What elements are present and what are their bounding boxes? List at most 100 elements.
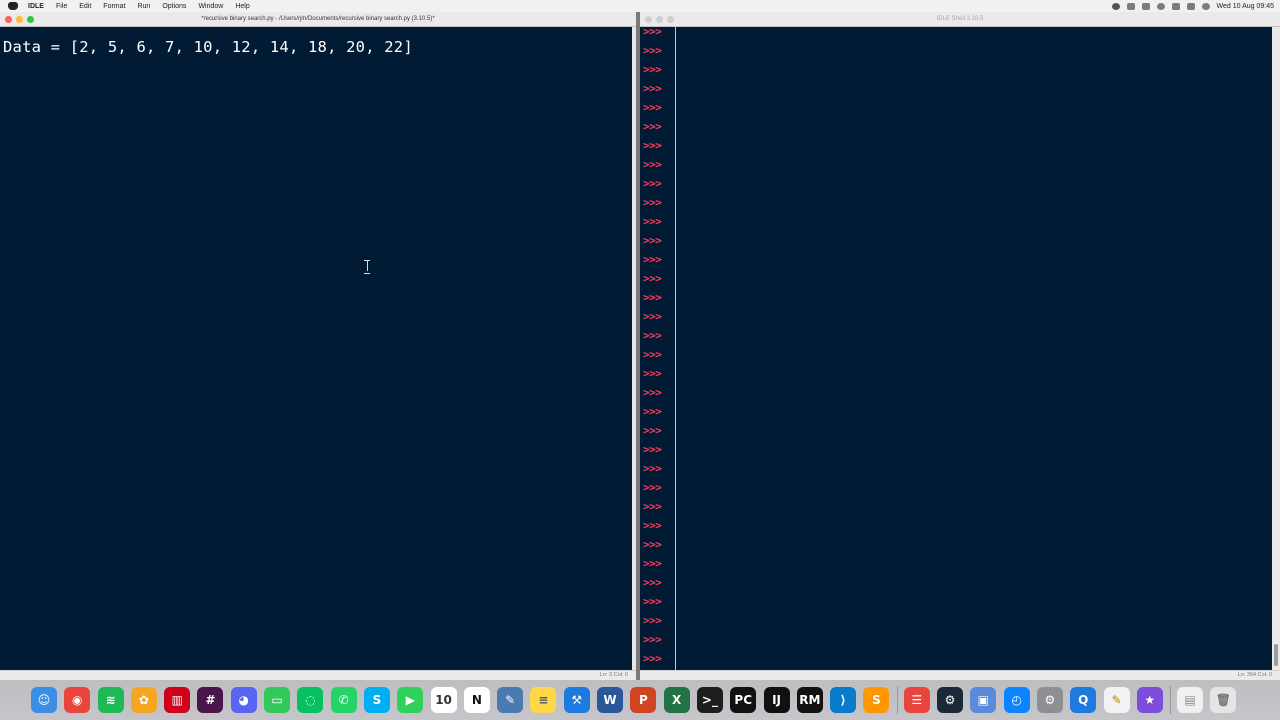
- apple-icon[interactable]: [8, 2, 18, 10]
- shell-prompt: >>>: [643, 557, 662, 570]
- shell-prompt: >>>: [643, 424, 662, 437]
- dock: ☺ ◉ ≋ ✿ ▥ # ◕ ▭ ◌ ✆ S ▶ 10 N ✎ ≡ ⚒ W P X >_ PC IJ RM ⟩ S ☰ ⚙ ▣ ◴ ⚙ Q ✎ ★ ▤…: [0, 680, 1280, 720]
- record-icon[interactable]: [1111, 2, 1120, 10]
- menu-run[interactable]: Run: [137, 3, 150, 10]
- notes-icon[interactable]: ≡: [530, 687, 557, 713]
- shell-prompt: >>>: [643, 500, 662, 513]
- shell-prompt: >>>: [643, 443, 662, 456]
- code-line[interactable]: Data = [2, 5, 6, 7, 10, 12, 14, 18, 20, …: [3, 38, 413, 56]
- activity-icon[interactable]: ◴: [1003, 687, 1030, 713]
- close-button[interactable]: [645, 16, 652, 23]
- shell-prompt: >>>: [643, 462, 662, 475]
- scrollbar-thumb[interactable]: [1274, 644, 1278, 666]
- menubar-clock[interactable]: Wed 10 Aug 09:45: [1217, 3, 1274, 10]
- menu-file[interactable]: File: [56, 3, 67, 10]
- vscode-icon[interactable]: ⟩: [830, 687, 857, 713]
- shell-output[interactable]: [677, 27, 1272, 670]
- imovie-icon[interactable]: ★: [1136, 687, 1163, 713]
- shell-window: IDLE Shell 3.10.5 >>> >>> >>> >>> >>> >>> >>> >…: [640, 12, 1280, 680]
- wechat-icon[interactable]: ◌: [297, 687, 324, 713]
- code-editor[interactable]: Data = [2, 5, 6, 7, 10, 12, 14, 18, 20, …: [0, 27, 632, 670]
- system-preferences-icon[interactable]: ⚙: [1036, 687, 1063, 713]
- control-center-icon[interactable]: [1201, 2, 1210, 10]
- menu-options[interactable]: Options: [162, 3, 186, 10]
- skype-icon[interactable]: S: [363, 687, 390, 713]
- xcode-icon[interactable]: ⚒: [563, 687, 590, 713]
- editor-cursor-position: Ln: 3 Col: 0: [599, 672, 628, 678]
- shell-prompt: >>>: [643, 27, 662, 38]
- steam-icon[interactable]: ⚙: [937, 687, 964, 713]
- calendar-icon[interactable]: 10: [430, 687, 457, 713]
- dock-separator: [1170, 686, 1172, 714]
- chrome-icon[interactable]: ◉: [64, 687, 91, 713]
- minimize-button[interactable]: [656, 16, 663, 23]
- cloud-icon[interactable]: [1126, 2, 1135, 10]
- spotify-icon[interactable]: ≋: [97, 687, 124, 713]
- shell-prompt: >>>: [643, 44, 662, 57]
- shell-prompt: >>>: [643, 595, 662, 608]
- menu-window[interactable]: Window: [198, 3, 223, 10]
- shell-prompt: >>>: [643, 120, 662, 133]
- pycharm-icon[interactable]: PC: [730, 687, 757, 713]
- text-cursor-icon: [364, 260, 370, 274]
- shell-prompt: >>>: [643, 63, 662, 76]
- zoom-button[interactable]: [27, 16, 34, 23]
- menu-idle[interactable]: IDLE: [28, 3, 44, 10]
- shell-prompt: >>>: [643, 177, 662, 190]
- shell-prompt: >>>: [643, 291, 662, 304]
- dock-separator: [896, 686, 898, 714]
- idle-icon[interactable]: ✎: [497, 687, 524, 713]
- editor-title: *recursive binary search.py - /Users/rjm…: [201, 16, 435, 22]
- shell-cursor-position: Ln: 354 Col: 0: [1237, 672, 1272, 678]
- slack-icon[interactable]: #: [197, 687, 224, 713]
- shell-titlebar[interactable]: IDLE Shell 3.10.5: [640, 12, 1280, 27]
- shell-prompt: >>>: [643, 234, 662, 247]
- intellij-icon[interactable]: IJ: [763, 687, 790, 713]
- menu-bar: IDLE File Edit Format Run Options Window Help W…: [0, 0, 1280, 12]
- shell-prompt: >>>: [643, 386, 662, 399]
- screen-sharing-icon[interactable]: ▣: [970, 687, 997, 713]
- shell-title: IDLE Shell 3.10.5: [936, 16, 984, 22]
- search-icon[interactable]: [1186, 2, 1195, 10]
- scrobbles-icon[interactable]: ☰: [903, 687, 930, 713]
- timer-icon[interactable]: [1156, 2, 1165, 10]
- editor-titlebar[interactable]: *recursive binary search.py - /Users/rjm…: [0, 12, 636, 27]
- powerpoint-icon[interactable]: P: [630, 687, 657, 713]
- menu-format[interactable]: Format: [103, 3, 125, 10]
- shell-prompt: >>>: [643, 538, 662, 551]
- notion-icon[interactable]: N: [463, 687, 490, 713]
- facetime-icon[interactable]: ▶: [397, 687, 424, 713]
- shell-prompt: >>>: [643, 82, 662, 95]
- editor-window: *recursive binary search.py - /Users/rjm…: [0, 12, 636, 680]
- trash-icon[interactable]: 🗑: [1210, 687, 1237, 713]
- shell-prompt: >>>: [643, 367, 662, 380]
- shell-scrollbar[interactable]: [1272, 27, 1280, 670]
- editor-statusbar: Ln: 3 Col: 0: [0, 670, 636, 680]
- rubymine-icon[interactable]: RM: [796, 687, 823, 713]
- tweet-icon[interactable]: [1141, 2, 1150, 10]
- word-icon[interactable]: W: [597, 687, 624, 713]
- whatsapp-icon[interactable]: ✆: [330, 687, 357, 713]
- shell-prompt: >>>: [643, 348, 662, 361]
- menu-help[interactable]: Help: [235, 3, 249, 10]
- shell-prompt: >>>: [643, 519, 662, 532]
- shell-prompt: >>>: [643, 139, 662, 152]
- finder-icon[interactable]: ☺: [31, 687, 57, 713]
- wifi-icon[interactable]: [1171, 2, 1180, 10]
- script-editor-icon[interactable]: ✎: [1103, 687, 1130, 713]
- messages-icon[interactable]: ▭: [264, 687, 291, 713]
- downloads-icon[interactable]: ▤: [1177, 687, 1204, 713]
- shell-prompt: >>>: [643, 481, 662, 494]
- menu-edit[interactable]: Edit: [79, 3, 91, 10]
- close-button[interactable]: [5, 16, 12, 23]
- excel-icon[interactable]: X: [663, 687, 690, 713]
- quicktime-icon[interactable]: Q: [1070, 687, 1097, 713]
- minimize-button[interactable]: [16, 16, 23, 23]
- mindnode-icon[interactable]: ✿: [130, 687, 157, 713]
- mainstage-icon[interactable]: ▥: [164, 687, 191, 713]
- sublime-icon[interactable]: S: [863, 687, 890, 713]
- zoom-button[interactable]: [667, 16, 674, 23]
- discord-icon[interactable]: ◕: [230, 687, 257, 713]
- terminal-icon[interactable]: >_: [696, 687, 723, 713]
- shell-prompt: >>>: [643, 652, 662, 665]
